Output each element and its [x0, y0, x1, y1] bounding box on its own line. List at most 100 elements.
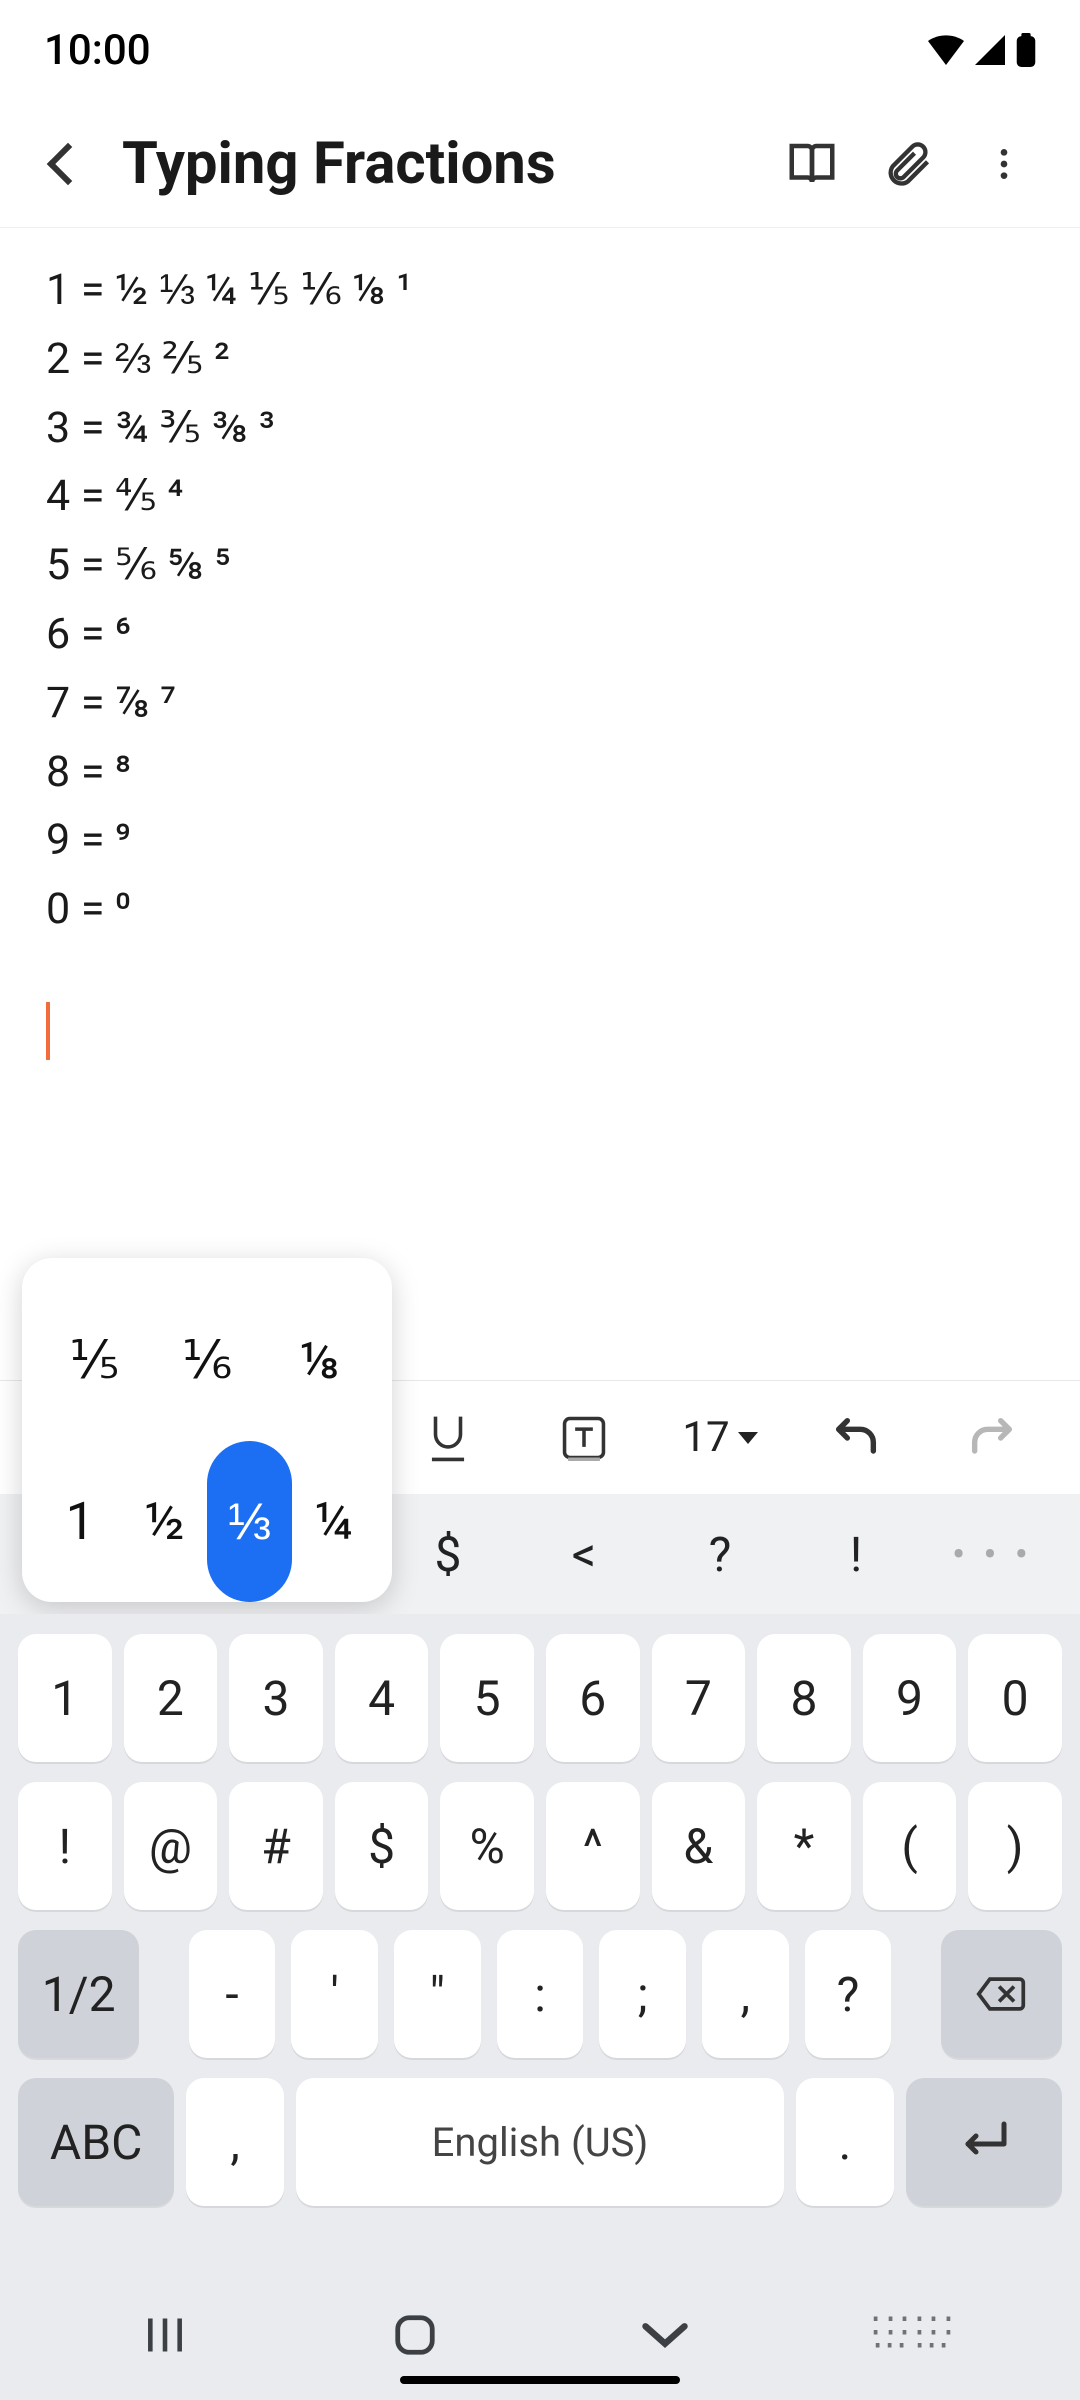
key-period[interactable]: .: [796, 2078, 894, 2206]
app-header: Typing Fractions: [0, 100, 1080, 228]
key-comma[interactable]: ,: [186, 2078, 284, 2206]
enter-icon: [956, 2120, 1012, 2164]
key-dollar[interactable]: $: [335, 1782, 429, 1910]
battery-icon: [1016, 33, 1036, 67]
undo-icon: [830, 1416, 882, 1460]
popup-option[interactable]: ⅕: [38, 1280, 151, 1441]
key-5[interactable]: 5: [440, 1634, 534, 1762]
chevron-down-icon: [639, 2318, 691, 2352]
page-title: Typing Fractions: [122, 130, 764, 198]
nav-keyboard-switch[interactable]: ∷∷∷⋯⋯: [855, 2317, 975, 2353]
status-bar: 10:00: [0, 0, 1080, 100]
suggestion-item[interactable]: <: [516, 1526, 652, 1583]
key-enter[interactable]: [906, 2078, 1062, 2206]
key-rparen[interactable]: ): [968, 1782, 1062, 1910]
nav-back[interactable]: [605, 2318, 725, 2352]
popup-option[interactable]: ⅛: [263, 1280, 376, 1441]
key-0[interactable]: 0: [968, 1634, 1062, 1762]
spacer: [155, 1930, 172, 2058]
key-hash[interactable]: #: [229, 1782, 323, 1910]
popup-option[interactable]: ⅙: [151, 1280, 264, 1441]
key-dash[interactable]: -: [189, 1930, 276, 2058]
key-7[interactable]: 7: [652, 1634, 746, 1762]
doc-line: 6 = ⁶: [46, 600, 1034, 669]
gesture-pill: [400, 2376, 680, 2384]
attach-button[interactable]: [860, 116, 956, 212]
key-at[interactable]: @: [124, 1782, 218, 1910]
doc-line: 9 = ⁹: [46, 806, 1034, 875]
book-open-icon: [785, 137, 839, 191]
key-caret[interactable]: ^: [546, 1782, 640, 1910]
keyboard-row: ! @ # $ % ^ & * ( ): [18, 1782, 1062, 1910]
key-comma2[interactable]: ,: [702, 1930, 789, 2058]
text-cursor: [46, 1002, 50, 1060]
key-2[interactable]: 2: [124, 1634, 218, 1762]
key-4[interactable]: 4: [335, 1634, 429, 1762]
key-colon[interactable]: :: [497, 1930, 584, 2058]
font-size-selector[interactable]: 17: [652, 1413, 788, 1462]
keyboard-row: 1/2 - ' " : ; , ?: [18, 1930, 1062, 2058]
back-button[interactable]: [20, 116, 116, 212]
backspace-icon: [975, 1974, 1027, 2014]
popup-option-selected[interactable]: ⅓: [207, 1441, 292, 1602]
suggestion-item[interactable]: $: [380, 1526, 516, 1583]
doc-line: 4 = ⅘ ⁴: [46, 462, 1034, 531]
suggestion-item[interactable]: ?: [652, 1526, 788, 1583]
key-backspace[interactable]: [941, 1930, 1062, 2058]
popup-option[interactable]: ½: [123, 1441, 208, 1602]
keyboard-row: ABC , English (US) .: [18, 2078, 1062, 2206]
doc-line: 5 = ⅚ ⅝ ⁵: [46, 531, 1034, 600]
key-8[interactable]: 8: [757, 1634, 851, 1762]
underline-icon: [426, 1413, 470, 1463]
key-exclaim[interactable]: !: [18, 1782, 112, 1910]
text-box-icon: [561, 1415, 607, 1461]
key-apostrophe[interactable]: ': [291, 1930, 378, 2058]
doc-line: 3 = ¾ ⅗ ⅜ ³: [46, 394, 1034, 463]
nav-home[interactable]: [355, 2312, 475, 2358]
spacer: [907, 1930, 924, 2058]
recents-icon: [142, 2313, 188, 2357]
doc-line: 0 = ⁰: [46, 875, 1034, 944]
popup-row: 1 ½ ⅓ ¼: [38, 1441, 376, 1602]
read-mode-button[interactable]: [764, 116, 860, 212]
cell-signal-icon: [974, 35, 1006, 65]
doc-line: 7 = ⅞ ⁷: [46, 669, 1034, 738]
key-percent[interactable]: %: [440, 1782, 534, 1910]
key-symbol-shift[interactable]: 1/2: [18, 1930, 139, 2058]
keyboard-switch-icon: ∷∷∷⋯⋯: [872, 2317, 959, 2353]
key-amp[interactable]: &: [652, 1782, 746, 1910]
popup-option[interactable]: 1: [38, 1441, 123, 1602]
suggestion-item[interactable]: !: [788, 1526, 924, 1583]
overflow-menu-button[interactable]: [956, 116, 1052, 212]
key-quote[interactable]: ": [394, 1930, 481, 2058]
text-box-button[interactable]: [516, 1381, 652, 1495]
underline-button[interactable]: [380, 1381, 516, 1495]
keyboard-row: 1 2 3 4 5 6 7 8 9 0: [18, 1634, 1062, 1762]
font-size-value: 17: [682, 1413, 729, 1462]
wifi-icon: [928, 35, 964, 65]
doc-line: 2 = ⅔ ⅖ ²: [46, 325, 1034, 394]
dropdown-triangle-icon: [738, 1432, 758, 1444]
key-star[interactable]: *: [757, 1782, 851, 1910]
key-semicolon[interactable]: ;: [599, 1930, 686, 2058]
chevron-left-icon: [53, 149, 83, 179]
key-6[interactable]: 6: [546, 1634, 640, 1762]
key-9[interactable]: 9: [863, 1634, 957, 1762]
system-nav-bar: ∷∷∷⋯⋯: [0, 2270, 1080, 2400]
doc-line: 1 = ½ ⅓ ¼ ⅕ ⅙ ⅛ ¹: [46, 256, 1034, 325]
key-question[interactable]: ?: [805, 1930, 892, 2058]
redo-button[interactable]: [924, 1381, 1060, 1495]
status-time: 10:00: [44, 26, 151, 75]
document-body[interactable]: 1 = ½ ⅓ ¼ ⅕ ⅙ ⅛ ¹ 2 = ⅔ ⅖ ² 3 = ¾ ⅗ ⅜ ³ …: [0, 228, 1080, 1080]
suggestion-more[interactable]: • • •: [924, 1531, 1060, 1578]
key-abc[interactable]: ABC: [18, 2078, 174, 2206]
nav-recents[interactable]: [105, 2313, 225, 2357]
key-lparen[interactable]: (: [863, 1782, 957, 1910]
key-space[interactable]: English (US): [296, 2078, 784, 2206]
popup-option[interactable]: ¼: [292, 1441, 377, 1602]
redo-icon: [966, 1416, 1018, 1460]
popup-row: ⅕ ⅙ ⅛: [38, 1280, 376, 1441]
undo-button[interactable]: [788, 1381, 924, 1495]
key-3[interactable]: 3: [229, 1634, 323, 1762]
key-1[interactable]: 1: [18, 1634, 112, 1762]
